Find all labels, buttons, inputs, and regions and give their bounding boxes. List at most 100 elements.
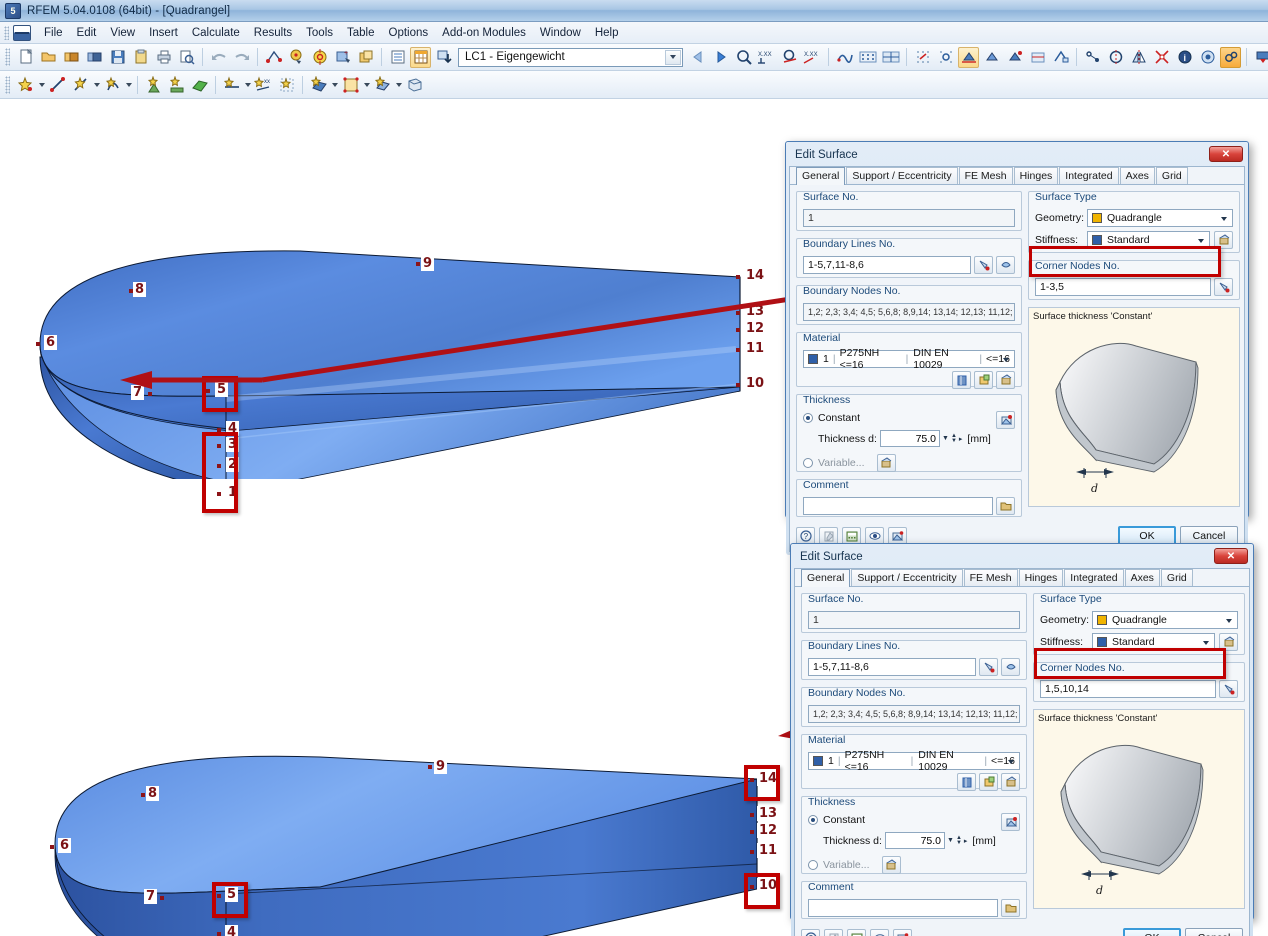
dialog-titlebar[interactable]: Edit Surface ✕ xyxy=(789,145,1245,165)
cancel-button[interactable]: Cancel xyxy=(1185,928,1243,936)
mirror-icon[interactable] xyxy=(1128,47,1149,68)
menu-item-options[interactable]: Options xyxy=(382,24,436,42)
nav-next-icon[interactable] xyxy=(710,47,731,68)
nav-prev-icon[interactable] xyxy=(687,47,708,68)
dialog-titlebar[interactable]: Edit Surface ✕ xyxy=(794,547,1250,567)
corner-nodes-field[interactable]: 1,5,10,14 xyxy=(1040,680,1216,698)
thickness-constant-radio-row[interactable]: Constant xyxy=(808,813,1020,831)
results-icon[interactable] xyxy=(834,47,855,68)
open-package-icon[interactable] xyxy=(61,47,82,68)
material-combobox[interactable]: 1 | P275NH <=16 | DIN EN 10029 | <=16 xyxy=(803,347,1015,371)
open-file-icon[interactable] xyxy=(38,47,59,68)
radio-constant[interactable] xyxy=(803,413,813,423)
calculator-icon[interactable] xyxy=(842,526,861,545)
thickness-variable-radio-row[interactable]: Variable... xyxy=(803,454,1015,472)
new-line-icon[interactable] xyxy=(47,74,68,95)
new-nodal-load-icon[interactable]: xx xyxy=(253,74,274,95)
rotate-object-icon[interactable] xyxy=(1105,47,1126,68)
chevron-down-icon[interactable] xyxy=(92,75,101,95)
view-deform-icon[interactable] xyxy=(779,47,800,68)
thickness-value-field[interactable]: 75.0 xyxy=(880,430,940,447)
thickness-value-row[interactable]: Thickness d: 75.0 ▼ ▲ ▼ ▸ [mm] xyxy=(808,832,1020,849)
save-icon[interactable] xyxy=(107,47,128,68)
view-eye-icon[interactable] xyxy=(870,928,889,936)
chevron-down-icon[interactable] xyxy=(1217,212,1230,225)
new-file-icon[interactable] xyxy=(15,47,36,68)
stiffness-edit-icon[interactable] xyxy=(1219,633,1238,651)
material-combobox[interactable]: 1 | P275NH <=16 | DIN EN 10029 | <=16 xyxy=(808,749,1020,773)
select-object-icon[interactable] xyxy=(286,47,307,68)
boundary-lines-field[interactable]: 1-5,7,11-8,6 xyxy=(808,658,976,676)
tab-support-eccentricity[interactable]: Support / Eccentricity xyxy=(846,167,958,184)
boundary-nodes-field[interactable]: 1,2; 2,3; 3,4; 4,5; 5,6,8; 8,9,14; 13,14… xyxy=(803,303,1015,321)
down-blue-icon[interactable] xyxy=(1252,47,1268,68)
menu-item-window[interactable]: Window xyxy=(533,24,588,42)
menu-item-view[interactable]: View xyxy=(103,24,142,42)
help-icon[interactable]: ? xyxy=(796,526,815,545)
chevron-down-icon[interactable] xyxy=(394,75,403,95)
material-library-icon[interactable] xyxy=(952,371,971,389)
select-add-icon[interactable]: + xyxy=(332,47,353,68)
material-new-icon[interactable] xyxy=(974,371,993,389)
menu-item-addon-modules[interactable]: Add-on Modules xyxy=(435,24,533,42)
material-library-icon[interactable] xyxy=(957,773,976,791)
scale-object-icon[interactable] xyxy=(1151,47,1172,68)
surface-no-field[interactable]: 1 xyxy=(808,611,1020,629)
close-icon[interactable]: ✕ xyxy=(1214,548,1248,564)
material-edit-icon[interactable] xyxy=(996,371,1015,389)
chevron-down-icon[interactable] xyxy=(37,75,46,95)
render-icon[interactable] xyxy=(733,47,754,68)
new-opening-icon[interactable] xyxy=(340,74,361,95)
stiffness-combobox[interactable]: Standard xyxy=(1092,633,1215,651)
snap-point-icon[interactable] xyxy=(935,47,956,68)
new-solid-icon[interactable] xyxy=(372,74,393,95)
tab-grid[interactable]: Grid xyxy=(1155,167,1188,184)
chevron-down-icon[interactable] xyxy=(330,75,339,95)
view-eye-icon[interactable] xyxy=(865,526,884,545)
menu-item-file[interactable]: File xyxy=(37,24,70,42)
photo-icon[interactable] xyxy=(1197,47,1218,68)
move-copy-icon[interactable] xyxy=(1082,47,1103,68)
tab-integrated[interactable]: Integrated xyxy=(1064,569,1124,586)
thickness-value-row[interactable]: Thickness d: 75.0 ▼ ▲ ▼ ▸ [mm] xyxy=(803,430,1015,447)
new-block-icon[interactable] xyxy=(404,74,425,95)
save-package-icon[interactable] xyxy=(84,47,105,68)
section-plane-icon[interactable] xyxy=(1050,47,1071,68)
menu-item-help[interactable]: Help xyxy=(588,24,626,42)
tab-grid[interactable]: Grid xyxy=(1160,569,1193,586)
chevron-down-icon[interactable] xyxy=(1199,636,1212,649)
print-icon[interactable] xyxy=(153,47,174,68)
undo-icon[interactable] xyxy=(208,47,229,68)
tab-axes[interactable]: Axes xyxy=(1119,167,1155,184)
scale-up-icon[interactable]: X.XX xyxy=(802,47,823,68)
edit-note-icon[interactable] xyxy=(819,526,838,545)
menu-item-calculate[interactable]: Calculate xyxy=(185,24,247,42)
comment-browse-icon[interactable] xyxy=(1001,899,1020,917)
chevron-down-icon[interactable] xyxy=(362,75,371,95)
new-support-icon[interactable] xyxy=(143,74,164,95)
chevron-down-icon[interactable] xyxy=(124,75,133,95)
toolbar-grip-handle[interactable] xyxy=(5,48,10,66)
radio-variable[interactable] xyxy=(808,860,818,870)
thickness-info-icon[interactable] xyxy=(1001,813,1020,831)
tab-fe-mesh[interactable]: FE Mesh xyxy=(958,167,1013,184)
variable-settings-icon[interactable] xyxy=(881,856,901,874)
work-plane-icon[interactable] xyxy=(1027,47,1048,68)
line-list-icon[interactable] xyxy=(1001,658,1020,676)
scale-down-icon[interactable]: X.XX xyxy=(756,47,777,68)
toolbar-grip-handle[interactable] xyxy=(5,75,10,94)
thickness-info-icon[interactable] xyxy=(996,411,1015,429)
help-icon[interactable]: ? xyxy=(801,928,820,936)
graphics-icon[interactable] xyxy=(888,526,907,545)
chevron-down-icon[interactable] xyxy=(665,49,681,65)
new-polyline-icon[interactable] xyxy=(102,74,123,95)
table-grid-icon[interactable] xyxy=(410,46,431,68)
menu-item-edit[interactable]: Edit xyxy=(70,24,104,42)
new-node-icon[interactable] xyxy=(15,74,36,95)
edit-note-icon[interactable] xyxy=(824,928,843,936)
chevron-down-icon[interactable] xyxy=(999,353,1012,366)
redo-icon[interactable] xyxy=(231,47,252,68)
new-surface-obj-icon[interactable] xyxy=(308,74,329,95)
thickness-value-field[interactable]: 75.0 xyxy=(885,832,945,849)
menu-item-tools[interactable]: Tools xyxy=(299,24,340,42)
